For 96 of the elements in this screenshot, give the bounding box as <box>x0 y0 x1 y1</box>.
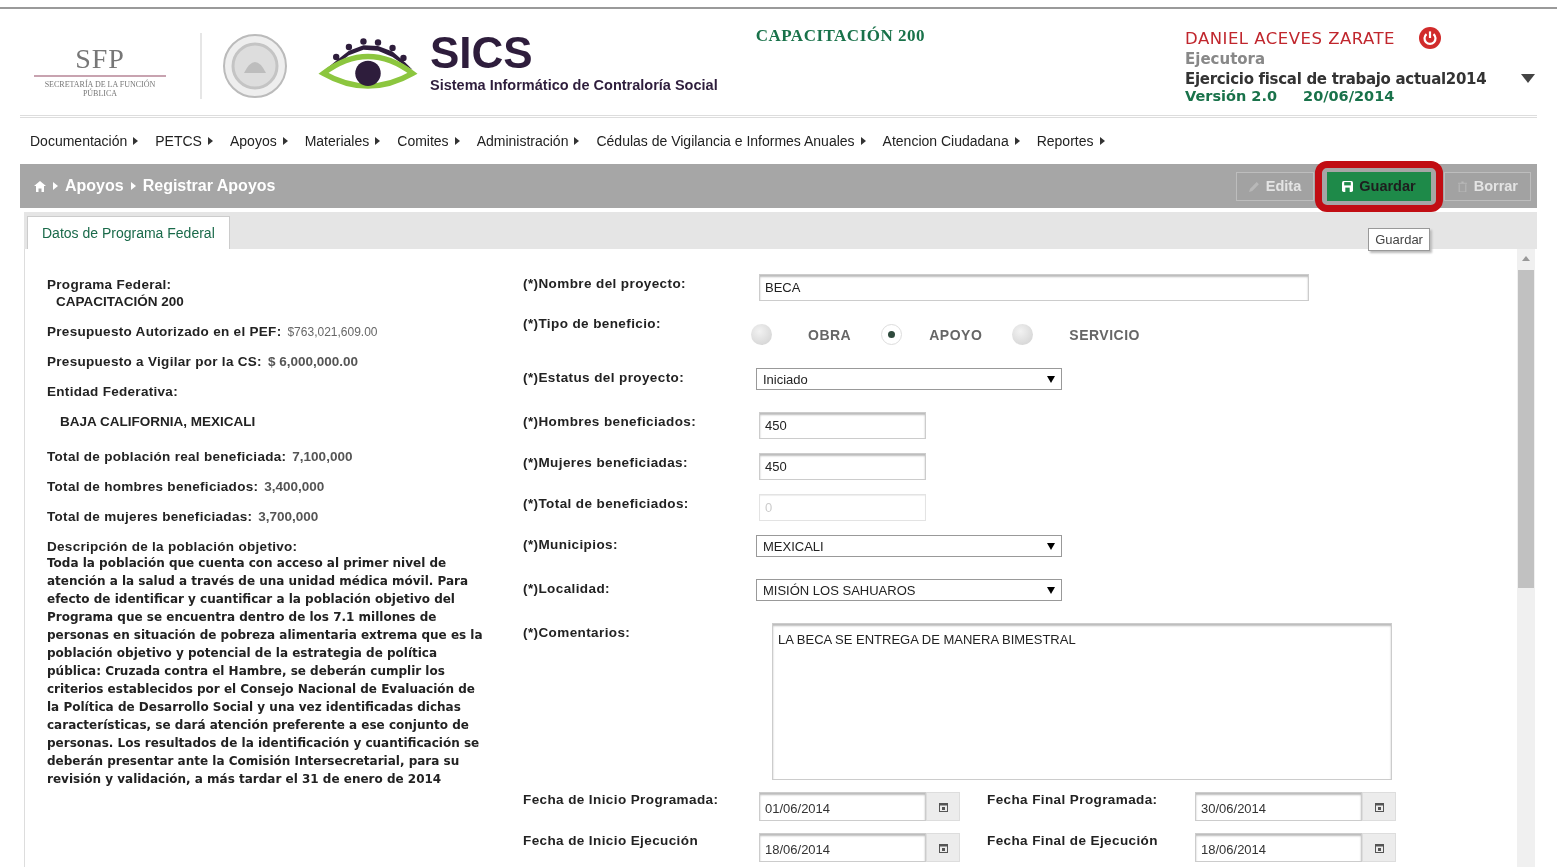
program-value: CAPACITACIÓN 200 <box>55 294 185 309</box>
comments-textarea[interactable]: LA BECA SE ENTREGA DE MANERA BIMESTRAL <box>772 623 1392 780</box>
date-input[interactable]: 01/06/2014 <box>759 792 926 821</box>
calendar-icon <box>1374 801 1384 812</box>
menu-item[interactable]: Reportes <box>1036 132 1105 150</box>
menu-item[interactable]: PETCS <box>155 132 213 150</box>
date-label: Fecha de Inicio Programada: <box>523 792 720 807</box>
agency-name: SFP <box>34 43 166 77</box>
date-label: Fecha Final de Ejecución <box>987 833 1159 848</box>
field-label: (*)Comentarios: <box>523 624 632 640</box>
menu-item[interactable]: Apoyos <box>229 132 288 150</box>
entity-label: Entidad Federativa: <box>47 384 179 399</box>
caret-icon <box>1014 137 1020 145</box>
dropdown-arrow-icon <box>1047 375 1055 383</box>
caret-icon <box>375 137 381 145</box>
summary-label: Presupuesto a Vigilar por la CS: <box>47 354 262 369</box>
dropdown[interactable]: Iniciado <box>756 368 1062 390</box>
fiscal-year: Ejercicio fiscal de trabajo actual2014 <box>1185 70 1487 88</box>
input-field[interactable]: 450 <box>759 453 926 480</box>
entity-value: BAJA CALIFORNIA, MEXICALI <box>59 414 257 429</box>
description-text: Toda la población que cuenta con acceso al primer nivel de atención a la salud a través de una unidad médica móvil. Para efecto de identificar y cuantificar a la población objetivo del Programa que se encuentra dentro de los 7.1 millones de personas en situación de pobreza alimentaria extrema que es la población objetivo y potencial de la estrategia de política pública: Cruzada contra el Hambre, se deberán cumplir los criterios establecidos por el Consejo Nacional de Evaluación de la Política de Desarrollo Social y una vez identificadas dichas características, se dará atención preferente a ese conjunto de personas. Los resultados de la identificación y cuantificación se deberán presentar ante la Comisión Intersecretarial, para su revisión y validación, a más tardar el 31 de enero de 2014 <box>47 555 484 788</box>
dropdown-arrow-icon <box>1047 586 1055 594</box>
calendar-icon <box>938 801 948 812</box>
field-label: (*)Hombres beneficiados: <box>523 413 698 429</box>
calendar-button[interactable] <box>926 792 960 821</box>
total-label: Total de población real beneficiada: <box>47 449 287 464</box>
menu-item[interactable]: Documentación <box>30 132 139 150</box>
caret-icon <box>454 137 460 145</box>
program-title: CAPACITACIÓN 200 <box>755 26 925 46</box>
field-label: (*)Total de beneficiados: <box>523 495 690 511</box>
menu-item[interactable]: Cédulas de Vigilancia e Informes Anuales <box>596 132 866 150</box>
caret-icon <box>1099 137 1105 145</box>
menu-item[interactable]: Atencion Ciudadana <box>882 132 1020 150</box>
user-name: DANIEL ACEVES ZARATE <box>1185 28 1396 48</box>
field-label: (*)Municipios: <box>523 536 619 552</box>
menu-item[interactable]: Comites <box>397 132 460 150</box>
scrollbar[interactable] <box>1517 249 1535 867</box>
date-label: Fecha Final Programada: <box>987 792 1159 807</box>
total-value: 3,700,000 <box>258 509 319 524</box>
dropdown-arrow-icon <box>1047 542 1055 550</box>
summary-label: Presupuesto Autorizado en el PEF: <box>47 324 282 339</box>
caret-icon <box>207 137 213 145</box>
save-button[interactable]: Guardar <box>1327 171 1431 201</box>
tooltip: Guardar <box>1368 227 1430 251</box>
breadcrumb-separator-icon <box>53 182 58 190</box>
radio-label[interactable]: OBRA <box>808 326 852 343</box>
save-icon <box>1342 180 1354 192</box>
app-name: SICS <box>430 29 534 77</box>
radio-button[interactable] <box>881 324 903 345</box>
caret-icon <box>282 137 288 145</box>
radio-button[interactable] <box>751 324 772 345</box>
input-field[interactable]: BECA <box>759 274 1309 301</box>
caret-icon <box>860 137 866 145</box>
radio-button[interactable] <box>1012 324 1034 345</box>
seal-icon <box>200 33 288 99</box>
breadcrumb-separator-icon <box>130 182 136 190</box>
user-role: Ejecutora <box>1185 50 1267 68</box>
total-label: Total de hombres beneficiados: <box>47 479 259 494</box>
scrollbar-thumb[interactable] <box>1518 270 1534 588</box>
description-label: Descripción de la población objetivo: <box>47 539 299 554</box>
summary-value: $ 6,000,000.00 <box>267 354 358 369</box>
calendar-button[interactable] <box>1362 792 1396 821</box>
caret-icon <box>574 137 580 145</box>
date-input[interactable]: 18/06/2014 <box>1195 833 1362 862</box>
field-label: (*)Localidad: <box>523 580 611 596</box>
dropdown[interactable]: MEXICALI <box>756 535 1062 557</box>
power-icon[interactable] <box>1419 27 1442 49</box>
calendar-icon <box>1374 842 1384 853</box>
total-value: 3,400,000 <box>264 479 325 494</box>
date-input[interactable]: 18/06/2014 <box>759 833 926 862</box>
dropdown[interactable]: MISIÓN LOS SAHUAROS <box>756 579 1062 601</box>
program-label: Programa Federal: <box>47 277 173 292</box>
menu-item[interactable]: Materiales <box>304 132 381 150</box>
agency-subtitle: SECRETARÍA DE LA FUNCIÓN PÚBLICA <box>43 80 157 98</box>
input-field[interactable]: 450 <box>759 412 926 439</box>
date-text: 20/06/2014 <box>1303 88 1395 104</box>
field-label: (*)Nombre del proyecto: <box>523 275 687 291</box>
calendar-button[interactable] <box>1362 833 1396 862</box>
radio-label[interactable]: SERVICIO <box>1069 326 1140 343</box>
field-label: (*)Estatus del proyecto: <box>523 369 686 385</box>
date-label: Fecha de Inicio Ejecución <box>523 833 700 848</box>
version-text: Versión 2.0 <box>1185 88 1278 104</box>
app-subtitle: Sistema Informático de Contraloría Social <box>430 77 718 93</box>
total-label: Total de mujeres beneficiadas: <box>47 509 253 524</box>
summary-value: $763,021,609.00 <box>287 325 378 339</box>
field-label: (*)Tipo de beneficio: <box>523 315 662 331</box>
dropdown-caret-icon[interactable] <box>1521 73 1535 83</box>
date-input[interactable]: 30/06/2014 <box>1195 792 1362 821</box>
calendar-icon <box>938 842 948 853</box>
tab[interactable]: Datos de Programa Federal <box>27 216 230 249</box>
field-label: (*)Mujeres beneficiadas: <box>523 454 689 470</box>
caret-icon <box>133 137 139 145</box>
radio-label[interactable]: APOYO <box>929 326 983 343</box>
calendar-button[interactable] <box>926 833 960 862</box>
total-value: 7,100,000 <box>292 449 353 464</box>
menu-item[interactable]: Administración <box>476 132 580 150</box>
